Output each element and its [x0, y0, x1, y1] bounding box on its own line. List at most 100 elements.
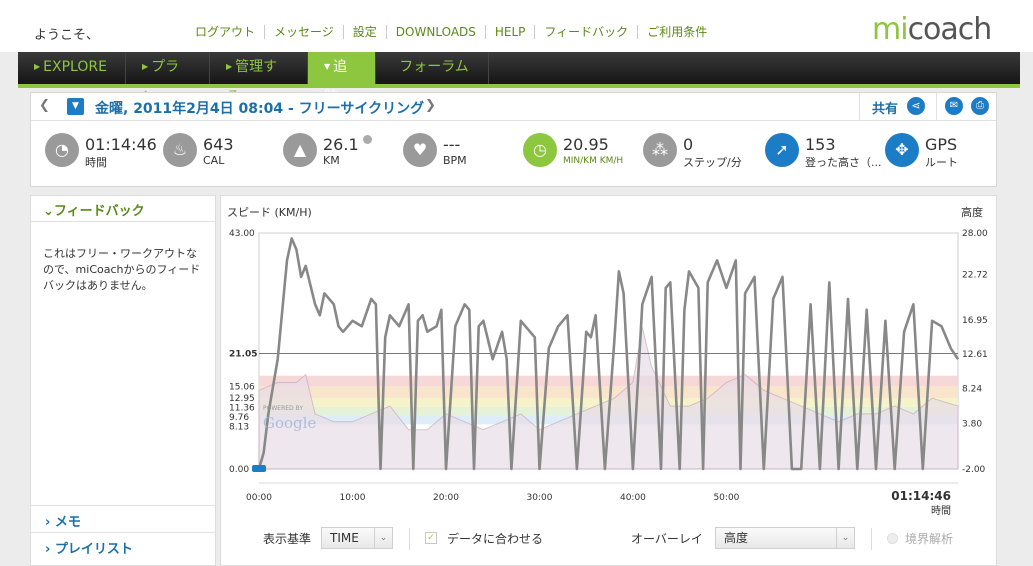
stat-time-value: 01:14:46	[85, 135, 157, 154]
terms-link[interactable]: ご利用条件	[637, 25, 716, 39]
micoach-logo[interactable]: micoach	[872, 12, 993, 47]
top-links: ログアウト メッセージ 設定 DOWNLOADS HELP フィードバック ご利…	[186, 25, 716, 39]
logo-coach: coach	[907, 12, 993, 47]
downloads-link[interactable]: DOWNLOADS	[385, 25, 485, 39]
edit-distance-icon[interactable]	[363, 135, 372, 144]
nav-underline	[18, 84, 1020, 88]
nav-arrow-icon: ▶	[34, 62, 41, 71]
left-tick-label: 15.06	[229, 382, 255, 392]
x-tick-label: 30:00	[526, 493, 552, 503]
stat-climb-label: 登った高さ（...	[805, 156, 882, 169]
flame-icon: ♨	[163, 133, 197, 167]
chevron-down-icon: ⌄	[836, 528, 854, 548]
basis-label: 表示基準	[263, 532, 312, 546]
divider	[409, 528, 410, 550]
left-tick-label: 43.00	[229, 229, 255, 239]
boundary-analysis-label: 境界解析	[905, 532, 954, 546]
nav-explore[interactable]: ▶ EXPLORE	[18, 52, 126, 84]
stat-calories-label: CAL	[203, 154, 225, 167]
right-tick-label: 3.80	[962, 419, 982, 429]
stat-heart-rate-label: BPM	[443, 154, 467, 167]
feedback-title: フィードバック	[53, 204, 145, 219]
chart-panel: POWERED BY Google スピード (KM/H) 高度 43.00 21.05 1…	[220, 195, 997, 566]
speed-altitude-chart[interactable]: POWERED BY Google スピード (KM/H) 高度 43.00 21.05 1…	[221, 196, 998, 566]
chevron-down-icon: ⌄	[43, 204, 54, 219]
share-icon[interactable]: ⋖	[907, 97, 925, 115]
nav-forum[interactable]: フォーラム	[376, 52, 489, 84]
nav-track[interactable]: ▼追跡	[308, 52, 376, 105]
stat-cadence-label: ステップ/分	[683, 156, 742, 169]
footsteps-icon: ⁂	[643, 133, 677, 167]
workout-dropdown-icon[interactable]: ▼	[67, 98, 84, 115]
stat-distance-value: 26.1	[323, 135, 359, 154]
main-nav: ▶EXPLORE ▶プラン ▶管理する ▼追跡 フォーラム	[18, 52, 1020, 105]
nav-arrow-icon: ▶	[142, 62, 149, 71]
welcome-text: ようこそ、	[34, 28, 100, 43]
playlist-section[interactable]: › プレイリスト	[31, 532, 215, 558]
total-time-label: 01:14:46	[891, 489, 951, 503]
prev-workout-icon[interactable]: ❮	[39, 98, 50, 113]
print-icon[interactable]: ⎙	[971, 97, 989, 115]
timeline-handle	[252, 465, 266, 472]
divider	[936, 93, 937, 121]
overlay-label: オーバーレイ	[631, 532, 703, 546]
right-tick-label: 12.61	[962, 350, 988, 360]
x-tick-label: 20:00	[433, 493, 459, 503]
messages-link[interactable]: メッセージ	[264, 25, 343, 39]
logout-link[interactable]: ログアウト	[186, 25, 264, 39]
stat-time-label: 時間	[85, 156, 107, 169]
settings-link[interactable]: 設定	[342, 25, 386, 39]
map-watermark-top: POWERED BY	[263, 405, 303, 412]
left-tick-label: 8.13	[229, 422, 249, 432]
chevron-right-icon: ›	[45, 515, 55, 530]
divider	[871, 528, 872, 550]
left-tick-label: 21.05	[229, 349, 257, 359]
overlay-select-value: 高度	[724, 531, 749, 545]
memo-label: メモ	[54, 515, 81, 530]
x-tick-label: 00:00	[246, 493, 272, 503]
right-axis-title: 高度	[961, 205, 983, 219]
nav-arrow-icon: ▶	[226, 62, 233, 71]
memo-section[interactable]: › メモ	[31, 505, 215, 531]
stat-heart-rate-value: ---	[443, 135, 461, 154]
left-tick-label: 0.00	[229, 465, 249, 475]
climb-arrow-icon: ➚	[765, 133, 799, 167]
logo-mi: mi	[872, 12, 909, 47]
right-tick-label: 16.95	[962, 316, 988, 326]
map-watermark: Google	[263, 414, 316, 432]
nav-plan[interactable]: ▶プラン	[126, 52, 210, 105]
road-icon: ▲	[283, 133, 317, 167]
share-label[interactable]: 共有	[859, 93, 939, 121]
time-axis-label: 時間	[931, 505, 951, 517]
feedback-text: これはフリー・ワークアウトなので、miCoachからのフィードバックはありません…	[43, 247, 201, 292]
workout-summary-panel: ❮ ▼ 金曜, 2011年2月4日 08:04 - フリーサイクリング ❯ 共有…	[30, 92, 997, 187]
basis-select-value: TIME	[330, 531, 359, 545]
help-link[interactable]: HELP	[484, 25, 535, 39]
top-bar: ようこそ、 ログアウト メッセージ 設定 DOWNLOADS HELP フィード…	[0, 0, 1033, 52]
left-tick-label: 12.95	[229, 394, 255, 404]
stat-gps-value: GPS	[925, 135, 958, 154]
email-icon[interactable]: ✉	[945, 97, 963, 115]
nav-down-arrow-icon: ▼	[324, 62, 331, 71]
stat-cadence-value: 0	[683, 135, 694, 154]
left-tick-label: 9.76	[229, 413, 249, 423]
fit-data-checkbox[interactable]: ✓	[425, 532, 437, 544]
next-workout-icon[interactable]: ❯	[425, 98, 436, 113]
stat-speed-label[interactable]: MIN/KM KM/H	[563, 156, 623, 166]
x-tick-label: 50:00	[713, 493, 739, 503]
feedback-link[interactable]: フィードバック	[534, 25, 637, 39]
heart-icon: ♥	[403, 133, 437, 167]
feedback-section-header[interactable]: ⌄フィードバック	[31, 196, 215, 222]
nav-manage[interactable]: ▶管理する	[210, 52, 308, 105]
stat-distance-label: KM	[323, 154, 340, 167]
right-tick-label: 28.00	[962, 229, 988, 239]
nav-forum-label: フォーラム	[399, 59, 469, 75]
boundary-analysis-toggle[interactable]	[887, 533, 898, 544]
overlay-select[interactable]: 高度 ⌄	[715, 527, 855, 549]
fit-data-label: データに合わせる	[447, 532, 544, 546]
chevron-down-icon: ⌄	[374, 528, 392, 548]
basis-select[interactable]: TIME ⌄	[321, 527, 393, 549]
left-sidebar: ⌄フィードバック これはフリー・ワークアウトなので、miCoachからのフィード…	[30, 195, 216, 566]
nav-explore-label: EXPLORE	[43, 59, 107, 75]
chevron-right-icon: ›	[45, 542, 55, 557]
